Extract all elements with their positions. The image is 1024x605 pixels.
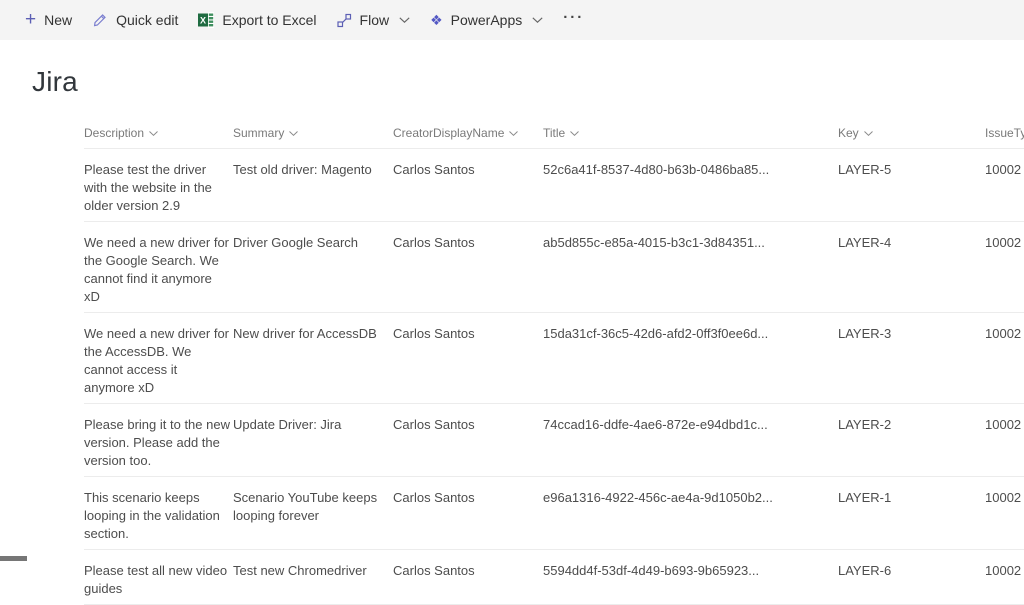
chevron-down-icon	[509, 131, 518, 136]
svg-text:X: X	[200, 16, 206, 26]
cell-description: We need a new driver for the Google Sear…	[84, 234, 233, 306]
cell-issuetype: 10002	[985, 489, 1024, 543]
list-view: Description Summary CreatorDisplayName Titl…	[40, 124, 1024, 605]
list-row[interactable]: Please bring it to the new version. Plea…	[84, 404, 1024, 477]
chevron-down-icon	[570, 131, 579, 136]
list-row[interactable]: This scenario keeps looping in the valid…	[84, 477, 1024, 550]
column-header-label: Key	[838, 126, 859, 140]
column-header-description[interactable]: Description	[84, 126, 233, 140]
export-to-excel-button[interactable]: X Export to Excel	[188, 0, 326, 40]
column-header-label: CreatorDisplayName	[393, 126, 504, 140]
list-row[interactable]: We need a new driver for the Google Sear…	[84, 222, 1024, 313]
excel-icon: X	[198, 12, 214, 28]
cell-key: LAYER-2	[838, 416, 985, 470]
column-header-title[interactable]: Title	[543, 126, 838, 140]
pencil-icon	[92, 12, 108, 28]
cell-description: We need a new driver for the AccessDB. W…	[84, 325, 233, 397]
quick-edit-label: Quick edit	[116, 12, 178, 28]
chevron-down-icon	[399, 17, 410, 23]
chevron-down-icon	[864, 131, 873, 136]
cell-key: LAYER-3	[838, 325, 985, 397]
ellipsis-icon: ···	[563, 10, 584, 25]
plus-icon: +	[25, 10, 36, 29]
cell-summary: Scenario YouTube keeps looping forever	[233, 489, 393, 543]
column-header-issuetype[interactable]: IssueType	[985, 126, 1024, 140]
new-button[interactable]: + New	[15, 0, 82, 40]
cell-issuetype: 10002	[985, 234, 1024, 306]
cell-creator: Carlos Santos	[393, 161, 543, 215]
cell-issuetype: 10002	[985, 416, 1024, 470]
cell-creator: Carlos Santos	[393, 325, 543, 397]
cell-title: ab5d855c-e85a-4015-b3c1-3d84351...	[543, 234, 838, 306]
chevron-down-icon	[149, 131, 158, 136]
cell-creator: Carlos Santos	[393, 234, 543, 306]
list-rows: Please test the driver with the website …	[84, 149, 1024, 605]
flow-icon	[337, 13, 352, 28]
cell-key: LAYER-4	[838, 234, 985, 306]
export-to-excel-label: Export to Excel	[222, 12, 316, 28]
chevron-down-icon	[289, 131, 298, 136]
cell-title: 15da31cf-36c5-42d6-afd2-0ff3f0ee6d...	[543, 325, 838, 397]
new-button-label: New	[44, 12, 72, 28]
cell-summary: New driver for AccessDB	[233, 325, 393, 397]
cell-summary: Update Driver: Jira	[233, 416, 393, 470]
flow-menu-button[interactable]: Flow	[327, 0, 421, 40]
cell-title: 74ccad16-ddfe-4ae6-872e-e94dbd1c...	[543, 416, 838, 470]
more-commands-button[interactable]: ···	[553, 0, 594, 40]
column-header-label: Title	[543, 126, 565, 140]
list-row[interactable]: Please test all new video guidesTest new…	[84, 550, 1024, 605]
cell-creator: Carlos Santos	[393, 489, 543, 543]
horizontal-scrollbar-thumb[interactable]	[0, 556, 27, 561]
cell-description: Please test all new video guides	[84, 562, 233, 598]
cell-title: 52c6a41f-8537-4d80-b63b-0486ba85...	[543, 161, 838, 215]
chevron-down-icon	[532, 17, 543, 23]
column-header-creatordisplayname[interactable]: CreatorDisplayName	[393, 126, 543, 140]
quick-edit-button[interactable]: Quick edit	[82, 0, 188, 40]
column-header-label: IssueType	[985, 126, 1024, 140]
cell-title: 5594dd4f-53df-4d49-b693-9b65923...	[543, 562, 838, 598]
cell-issuetype: 10002	[985, 562, 1024, 598]
cell-summary: Test old driver: Magento	[233, 161, 393, 215]
cell-description: This scenario keeps looping in the valid…	[84, 489, 233, 543]
cell-creator: Carlos Santos	[393, 416, 543, 470]
powerapps-menu-button[interactable]: ❖ PowerApps	[420, 0, 553, 40]
cell-issuetype: 10002	[985, 161, 1024, 215]
cell-summary: Driver Google Search	[233, 234, 393, 306]
column-header-row: Description Summary CreatorDisplayName Titl…	[84, 124, 1024, 149]
cell-key: LAYER-5	[838, 161, 985, 215]
cell-description: Please bring it to the new version. Plea…	[84, 416, 233, 470]
column-header-summary[interactable]: Summary	[233, 126, 393, 140]
cell-key: LAYER-6	[838, 562, 985, 598]
powerapps-label: PowerApps	[451, 12, 523, 28]
column-header-key[interactable]: Key	[838, 126, 985, 140]
powerapps-icon: ❖	[430, 13, 443, 27]
column-header-label: Description	[84, 126, 144, 140]
cell-title: e96a1316-4922-456c-ae4a-9d1050b2...	[543, 489, 838, 543]
list-row[interactable]: Please test the driver with the website …	[84, 149, 1024, 222]
cell-summary: Test new Chromedriver	[233, 562, 393, 598]
command-bar: + New Quick edit X Export to Excel	[0, 0, 1024, 40]
list-row[interactable]: We need a new driver for the AccessDB. W…	[84, 313, 1024, 404]
flow-label: Flow	[360, 12, 390, 28]
column-header-label: Summary	[233, 126, 284, 140]
cell-description: Please test the driver with the website …	[84, 161, 233, 215]
cell-issuetype: 10002	[985, 325, 1024, 397]
cell-key: LAYER-1	[838, 489, 985, 543]
page-title: Jira	[32, 64, 1024, 100]
cell-creator: Carlos Santos	[393, 562, 543, 598]
